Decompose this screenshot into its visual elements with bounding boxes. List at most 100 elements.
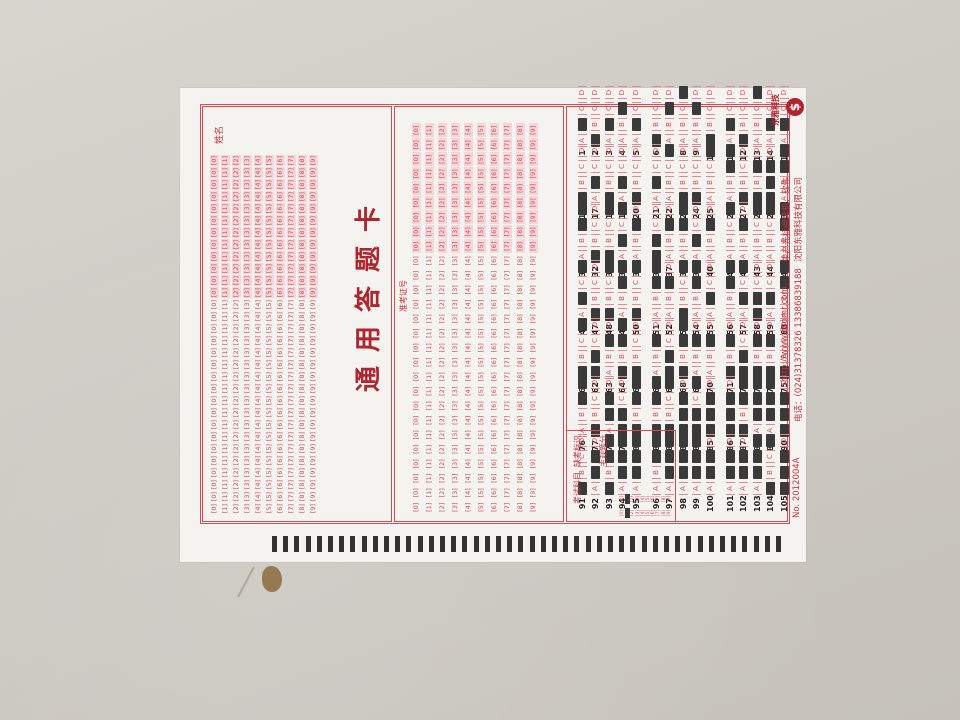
digit-bubble[interactable]: [1] xyxy=(425,399,434,413)
answer-bubble-c[interactable]: C xyxy=(705,218,715,231)
answer-bubble-c[interactable]: C xyxy=(577,102,587,115)
answer-bubble-b[interactable]: B xyxy=(591,408,601,421)
digit-bubble[interactable]: [5] xyxy=(265,167,274,178)
digit-bubble[interactable]: [3] xyxy=(451,239,460,253)
answer-bubble-d[interactable]: D xyxy=(725,86,735,99)
digit-bubble[interactable]: [9] xyxy=(529,181,538,195)
digit-bubble[interactable]: [4] xyxy=(254,419,263,430)
digit-bubble[interactable]: [9] xyxy=(309,431,318,442)
digit-bubble[interactable]: [0] xyxy=(210,371,219,382)
answer-bubble-c[interactable]: C xyxy=(591,392,601,405)
digit-bubble[interactable]: [2] xyxy=(232,239,241,250)
answer-bubble-d[interactable]: D xyxy=(692,318,702,331)
answer-bubble-d[interactable]: D xyxy=(705,434,715,447)
digit-bubble[interactable]: [4] xyxy=(254,407,263,418)
answer-bubble-a[interactable]: A xyxy=(779,482,789,495)
answer-bubble-d[interactable]: D xyxy=(692,260,702,273)
digit-bubble[interactable]: [5] xyxy=(477,399,486,413)
answer-bubble-c[interactable]: C xyxy=(739,334,749,347)
digit-bubble[interactable]: [7] xyxy=(287,503,296,514)
digit-bubble[interactable]: [7] xyxy=(287,167,296,178)
answer-bubble-c[interactable]: C xyxy=(618,334,628,347)
digit-bubble[interactable]: [6] xyxy=(276,419,285,430)
digit-bubble[interactable]: [7] xyxy=(503,501,512,515)
digit-bubble[interactable]: [0] xyxy=(210,203,219,214)
digit-bubble[interactable]: [4] xyxy=(464,341,473,355)
digit-bubble[interactable]: [5] xyxy=(477,486,486,500)
digit-bubble[interactable]: [5] xyxy=(265,323,274,334)
answer-bubble-d[interactable]: D xyxy=(692,86,702,99)
digit-bubble[interactable]: [4] xyxy=(254,287,263,298)
digit-bubble[interactable]: [3] xyxy=(451,385,460,399)
answer-bubble-b[interactable]: B xyxy=(766,408,776,421)
answer-bubble-c[interactable]: C xyxy=(631,392,641,405)
answer-bubble-c[interactable]: C xyxy=(631,334,641,347)
digit-bubble[interactable]: [7] xyxy=(503,472,512,486)
digit-bubble[interactable]: [4] xyxy=(464,167,473,181)
digit-bubble[interactable]: [7] xyxy=(503,414,512,428)
digit-bubble[interactable]: [8] xyxy=(516,123,525,137)
answer-bubble-d[interactable]: D xyxy=(631,202,641,215)
digit-bubble[interactable]: [7] xyxy=(287,479,296,490)
digit-bubble[interactable]: [0] xyxy=(210,431,219,442)
digit-bubble[interactable]: [6] xyxy=(276,395,285,406)
answer-bubble-d[interactable]: D xyxy=(752,144,762,157)
answer-bubble-b[interactable]: B xyxy=(739,350,749,363)
digit-bubble[interactable]: [0] xyxy=(412,486,421,500)
answer-bubble-d[interactable]: D xyxy=(618,202,628,215)
digit-bubble[interactable]: [5] xyxy=(265,479,274,490)
answer-bubble-d[interactable]: D xyxy=(678,434,688,447)
digit-bubble[interactable]: [9] xyxy=(309,155,318,166)
answer-bubble-d[interactable]: D xyxy=(766,144,776,157)
digit-bubble[interactable]: [4] xyxy=(254,455,263,466)
digit-bubble[interactable]: [4] xyxy=(254,491,263,502)
digit-bubble[interactable]: [0] xyxy=(210,335,219,346)
answer-bubble-c[interactable]: C xyxy=(752,218,762,231)
answer-bubble-d[interactable]: D xyxy=(604,260,614,273)
digit-bubble[interactable]: [9] xyxy=(309,323,318,334)
digit-bubble[interactable]: [1] xyxy=(425,283,434,297)
digit-bubble[interactable]: [0] xyxy=(210,275,219,286)
digit-bubble[interactable]: [0] xyxy=(210,287,219,298)
digit-bubble[interactable]: [9] xyxy=(309,203,318,214)
answer-bubble-b[interactable]: B xyxy=(591,292,601,305)
digit-bubble[interactable]: [5] xyxy=(265,287,274,298)
digit-bubble[interactable]: [0] xyxy=(412,152,421,166)
digit-bubble[interactable]: [1] xyxy=(221,227,230,238)
digit-bubble[interactable]: [2] xyxy=(438,414,447,428)
score-bubble[interactable]: [9] xyxy=(667,508,672,518)
digit-bubble[interactable]: [3] xyxy=(243,275,252,286)
digit-bubble[interactable]: [4] xyxy=(254,227,263,238)
digit-bubble[interactable]: [9] xyxy=(309,371,318,382)
digit-bubble[interactable]: [8] xyxy=(298,239,307,250)
digit-bubble[interactable]: [5] xyxy=(477,385,486,399)
digit-bubble[interactable]: [2] xyxy=(232,287,241,298)
answer-bubble-c[interactable]: C xyxy=(631,218,641,231)
digit-bubble[interactable]: [5] xyxy=(265,191,274,202)
answer-bubble-a[interactable]: A xyxy=(692,482,702,495)
digit-bubble[interactable]: [4] xyxy=(464,428,473,442)
answer-bubble-d[interactable]: D xyxy=(665,318,675,331)
digit-bubble[interactable]: [2] xyxy=(232,191,241,202)
answer-bubble-b[interactable]: B xyxy=(779,118,789,131)
answer-bubble-d[interactable]: D xyxy=(604,86,614,99)
digit-bubble[interactable]: [5] xyxy=(265,491,274,502)
digit-bubble[interactable]: [8] xyxy=(516,254,525,268)
digit-bubble[interactable]: [6] xyxy=(276,431,285,442)
answer-bubble-d[interactable]: D xyxy=(739,144,749,157)
digit-bubble[interactable]: [2] xyxy=(438,399,447,413)
answer-bubble-d[interactable]: D xyxy=(678,260,688,273)
digit-bubble[interactable]: [1] xyxy=(425,152,434,166)
answer-bubble-d[interactable]: D xyxy=(577,260,587,273)
digit-bubble[interactable]: [9] xyxy=(529,312,538,326)
digit-bubble[interactable]: [3] xyxy=(451,225,460,239)
answer-bubble-c[interactable]: C xyxy=(692,276,702,289)
digit-bubble[interactable]: [4] xyxy=(254,299,263,310)
digit-bubble[interactable]: [0] xyxy=(210,323,219,334)
answer-bubble-c[interactable]: C xyxy=(591,334,601,347)
digit-bubble[interactable]: [7] xyxy=(503,152,512,166)
digit-bubble[interactable]: [9] xyxy=(309,491,318,502)
answer-bubble-b[interactable]: B xyxy=(651,292,661,305)
answer-bubble-d[interactable]: D xyxy=(766,202,776,215)
answer-bubble-d[interactable]: D xyxy=(577,202,587,215)
